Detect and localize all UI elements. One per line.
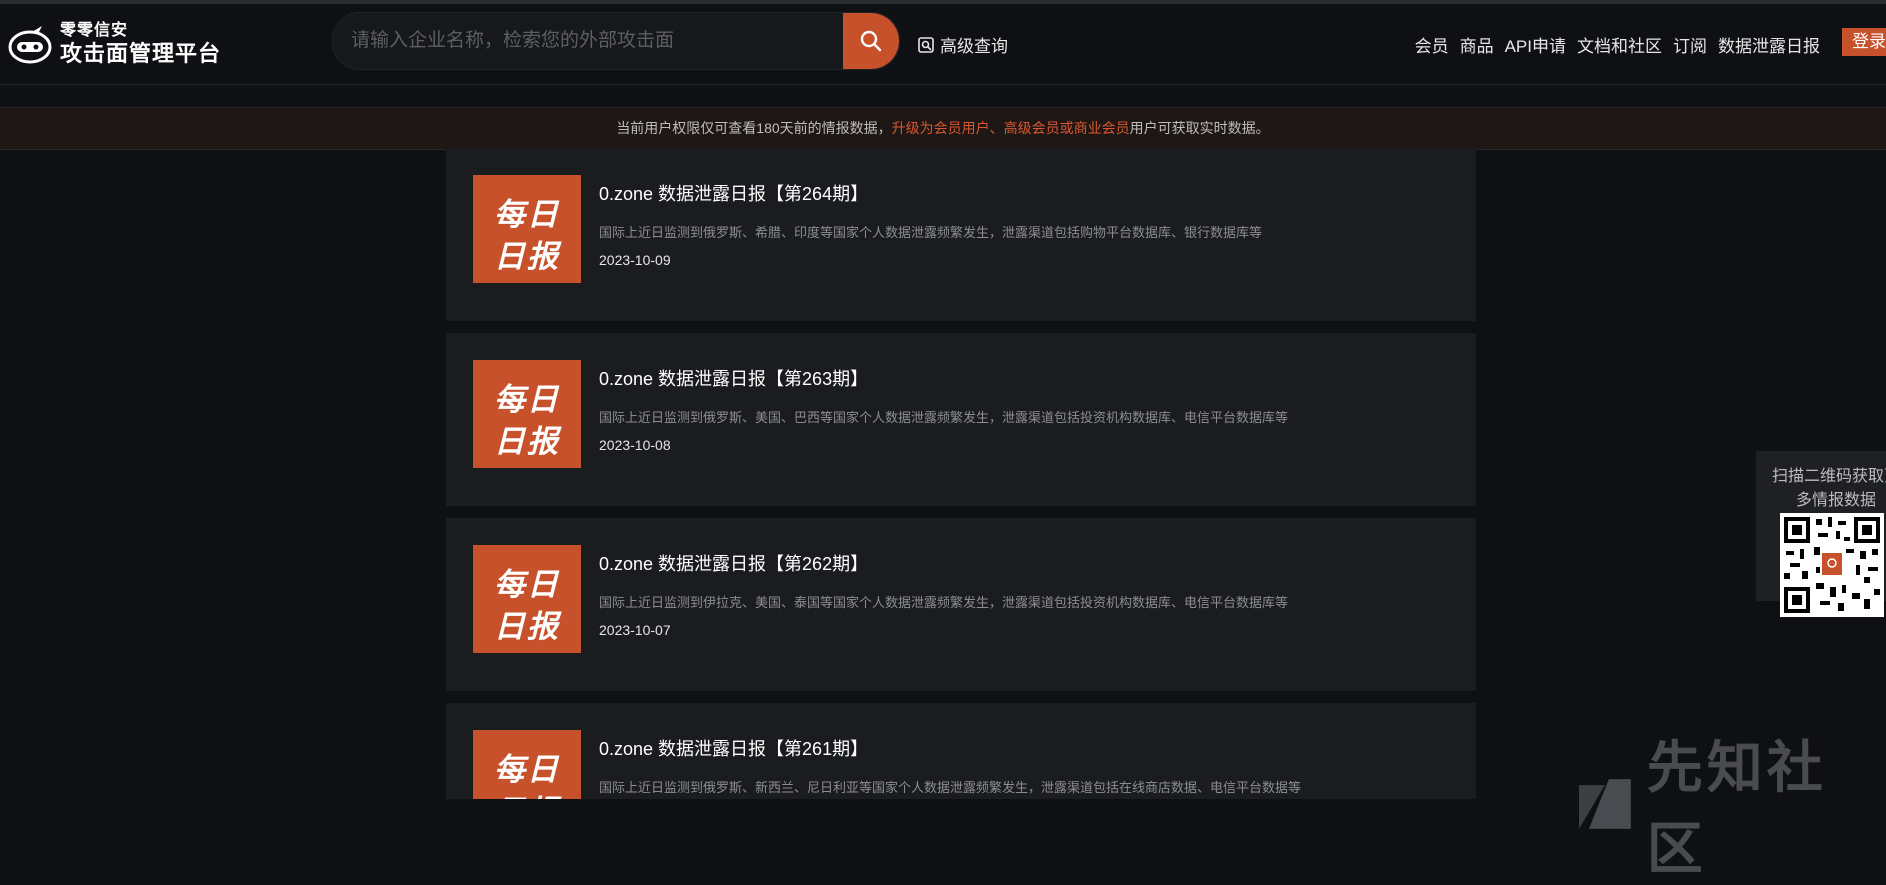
thumbnail-line2: 日报 [494, 239, 560, 274]
nav-subscribe[interactable]: 订阅 [1673, 32, 1707, 57]
report-card[interactable]: 每日 日报 0.zone 数据泄露日报【第264期】 国际上近日监测到俄罗斯、希… [446, 148, 1476, 321]
thumbnail-line1: 每日 [494, 752, 560, 787]
report-date: 2023-10-09 [599, 252, 671, 268]
report-card[interactable]: 每日 日报 0.zone 数据泄露日报【第261期】 国际上近日监测到俄罗斯、新… [446, 703, 1476, 799]
search-bar [332, 12, 900, 70]
logo[interactable]: 零零信安 攻击面管理平台 [8, 20, 221, 68]
qr-caption-line2: 多情报数据 [1795, 492, 1876, 509]
nav-products[interactable]: 商品 [1460, 32, 1494, 57]
nav-api-application[interactable]: API申请 [1505, 32, 1566, 57]
advanced-query-link[interactable]: 高级查询 [918, 32, 1008, 57]
report-description: 国际上近日监测到俄罗斯、美国、巴西等国家个人数据泄露频繁发生，泄露渠道包括投资机… [599, 410, 1289, 425]
site-watermark: 先知社区 [1575, 723, 1886, 885]
upgrade-member-link[interactable]: 升级为会员用户 [892, 120, 990, 136]
notice-suffix: 用户可获取实时数据。 [1129, 120, 1270, 136]
nav-docs-community[interactable]: 文档和社区 [1577, 32, 1662, 57]
report-card[interactable]: 每日 日报 0.zone 数据泄露日报【第262期】 国际上近日监测到伊拉克、美… [446, 518, 1476, 691]
report-thumbnail[interactable]: 每日 日报 [473, 730, 581, 799]
search-icon [860, 30, 882, 52]
qr-caption-line1: 扫描二维码获取更 [1771, 468, 1886, 485]
report-title[interactable]: 0.zone 数据泄露日报【第263期】 [599, 365, 868, 391]
permission-notice-banner: 当前用户权限仅可查看180天前的情报数据，升级为会员用户、高级会员或商业会员用户… [0, 107, 1886, 150]
nav-data-leak-daily[interactable]: 数据泄露日报 [1718, 32, 1820, 57]
login-button[interactable]: 登录 [1842, 28, 1886, 56]
report-thumbnail[interactable]: 每日 日报 [473, 175, 581, 283]
main-nav: 会员 商品 API申请 文档和社区 订阅 数据泄露日报 [1404, 32, 1820, 57]
qr-caption: 扫描二维码获取更 多情报数据 [1766, 465, 1886, 513]
advanced-search-icon [918, 36, 934, 53]
premium-member-link[interactable]: 高级会员或商业会员 [1004, 120, 1130, 136]
qr-code-panel: 扫描二维码获取更 多情报数据 [1756, 451, 1886, 617]
thumbnail-line1: 每日 [494, 382, 560, 417]
nav-membership[interactable]: 会员 [1415, 32, 1449, 57]
notice-separator: 、 [989, 120, 1004, 136]
report-thumbnail[interactable]: 每日 日报 [473, 545, 581, 653]
notice-prefix: 当前用户权限仅可查看180天前的情报数据， [616, 120, 892, 136]
qr-code-image [1780, 513, 1884, 617]
advanced-query-label: 高级查询 [940, 37, 1008, 56]
search-button[interactable] [843, 13, 899, 69]
thumbnail-line2: 日报 [473, 786, 581, 799]
report-date: 2023-10-07 [599, 622, 671, 638]
report-title[interactable]: 0.zone 数据泄露日报【第264期】 [599, 180, 868, 206]
report-card[interactable]: 每日 日报 0.zone 数据泄露日报【第263期】 国际上近日监测到俄罗斯、美… [446, 333, 1476, 506]
report-thumbnail[interactable]: 每日 日报 [473, 360, 581, 468]
thumbnail-line2: 日报 [494, 609, 560, 644]
report-description: 国际上近日监测到伊拉克、美国、泰国等国家个人数据泄露频繁发生，泄露渠道包括投资机… [599, 595, 1289, 610]
report-title[interactable]: 0.zone 数据泄露日报【第261期】 [599, 735, 868, 761]
report-date: 2023-10-08 [599, 437, 671, 453]
logo-platform-name: 攻击面管理平台 [60, 41, 222, 66]
thumbnail-line2: 日报 [494, 424, 560, 459]
report-description: 国际上近日监测到俄罗斯、希腊、印度等国家个人数据泄露频繁发生，泄露渠道包括购物平… [599, 225, 1263, 240]
logo-brand-name: 零零信安 [60, 22, 129, 39]
search-input[interactable] [333, 13, 843, 69]
report-title[interactable]: 0.zone 数据泄露日报【第262期】 [599, 550, 868, 576]
report-description: 国际上近日监测到俄罗斯、新西兰、尼日利亚等国家个人数据泄露频繁发生，泄露渠道包括… [599, 780, 1302, 795]
watermark-text: 先知社区 [1646, 736, 1827, 880]
logo-mascot-icon [8, 24, 52, 64]
thumbnail-line1: 每日 [494, 567, 560, 602]
top-header: 零零信安 攻击面管理平台 高级查询 会员 商品 API申请 文档和社区 订阅 数… [0, 4, 1886, 85]
thumbnail-line1: 每日 [494, 197, 560, 232]
watermark-logo-icon [1578, 779, 1631, 829]
